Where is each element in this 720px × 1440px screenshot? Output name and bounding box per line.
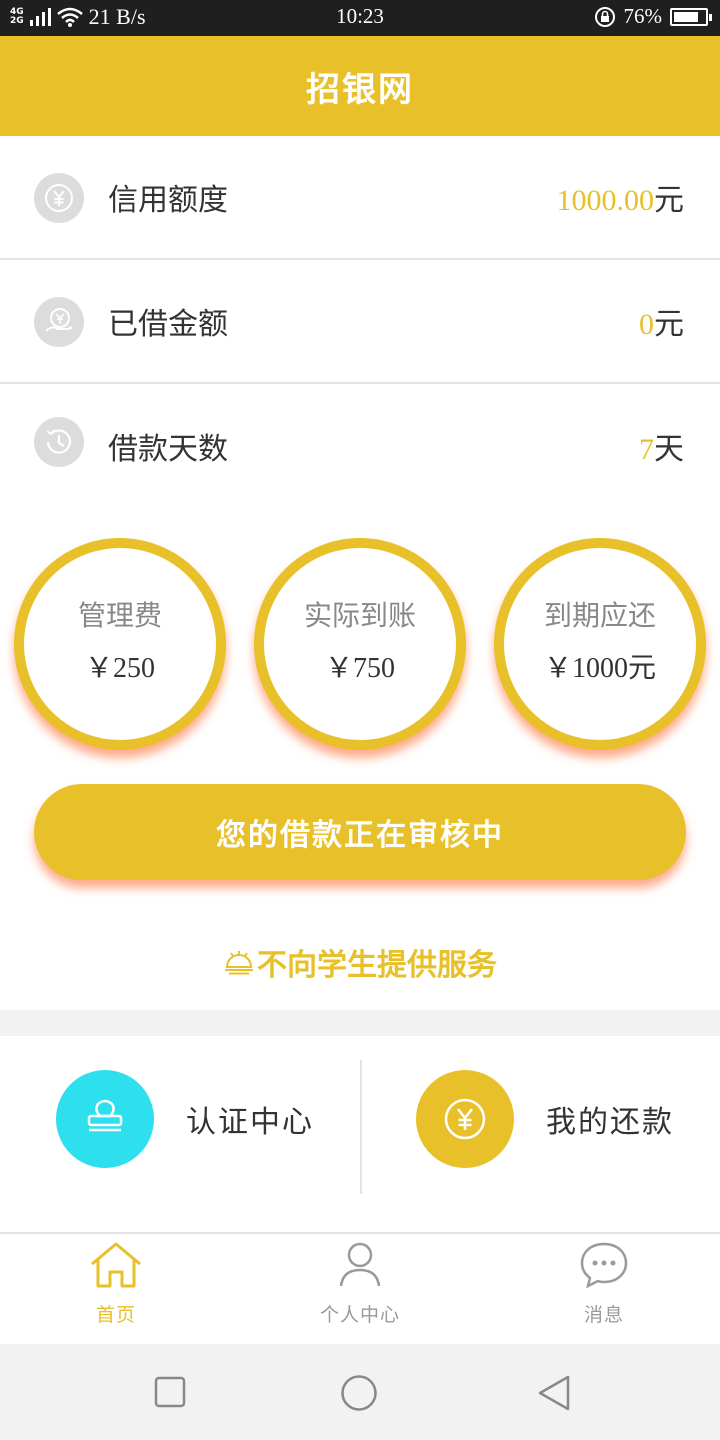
verification-center-label: 认证中心	[186, 1105, 314, 1140]
actual-received-circle: 实际到账 ￥750	[254, 538, 466, 750]
nav-item-profile[interactable]: 个人中心	[290, 1240, 430, 1327]
my-repayment-entry[interactable]: 我的还款	[416, 1070, 674, 1168]
loan-days-label: 借款天数	[108, 432, 228, 467]
due-repayment-circle: 到期应还 ￥1000元	[494, 538, 706, 750]
loan-days-value: 7天	[639, 433, 684, 466]
student-notice: 不向学生提供服务	[0, 940, 720, 984]
section-divider	[0, 1010, 720, 1036]
nav-label-profile: 个人中心	[319, 1304, 400, 1326]
due-repayment-label: 到期应还	[543, 599, 656, 632]
borrowed-amount-value: 0元	[639, 308, 684, 341]
nav-item-home[interactable]: 首页	[46, 1240, 186, 1327]
battery-percent: 76%	[623, 4, 663, 28]
history-clock-icon	[34, 417, 84, 467]
app-header: 招银网	[0, 36, 720, 136]
my-repayment-label: 我的还款	[546, 1105, 674, 1140]
credit-limit-value: 1000.00元	[556, 184, 685, 217]
loan-review-button[interactable]: 您的借款正在审核中	[34, 784, 686, 880]
student-notice-text: 不向学生提供服务	[257, 948, 497, 983]
back-triangle-icon[interactable]	[536, 1374, 572, 1412]
status-bar: 4G 2G 21 B/s 10:23 76%	[0, 0, 720, 36]
recent-apps-icon[interactable]	[154, 1376, 186, 1408]
bottom-nav: 首页 个人中心 消息	[0, 1232, 720, 1344]
nav-label-home: 首页	[95, 1304, 136, 1326]
home-circle-icon[interactable]	[340, 1374, 378, 1412]
borrowed-amount-label: 已借金额	[108, 307, 228, 342]
nav-label-messages: 消息	[583, 1304, 624, 1326]
management-fee-value: ￥250	[84, 653, 155, 684]
credit-limit-row: 信用额度 1000.00元	[0, 136, 720, 260]
battery-icon	[670, 7, 712, 26]
yen-circle-icon	[416, 1070, 514, 1168]
management-fee-circle: 管理费 ￥250	[14, 538, 226, 750]
verification-center-entry[interactable]: 认证中心	[56, 1070, 314, 1168]
management-fee-label: 管理费	[77, 599, 162, 632]
credit-limit-label: 信用额度	[108, 183, 228, 218]
entry-divider	[360, 1060, 362, 1194]
actual-received-value: ￥750	[324, 653, 395, 684]
person-icon	[339, 1242, 381, 1287]
rotation-lock-icon	[594, 6, 615, 27]
due-repayment-value: ￥1000元	[543, 653, 656, 684]
yen-exchange-icon	[34, 173, 84, 223]
system-nav-bar	[0, 1344, 720, 1440]
nav-item-messages[interactable]: 消息	[534, 1240, 674, 1327]
borrowed-amount-row: 已借金额 0元	[0, 260, 720, 384]
home-icon	[91, 1242, 141, 1288]
bell-icon	[225, 951, 253, 975]
loan-days-row: 借款天数 7天	[0, 384, 720, 508]
chat-bubble-icon	[580, 1242, 628, 1289]
page-title: 招银网	[306, 69, 414, 110]
actual-received-label: 实际到账	[303, 599, 416, 632]
status-right: 76%	[594, 4, 712, 29]
yen-hand-icon	[34, 297, 84, 347]
stamp-icon	[56, 1070, 154, 1168]
